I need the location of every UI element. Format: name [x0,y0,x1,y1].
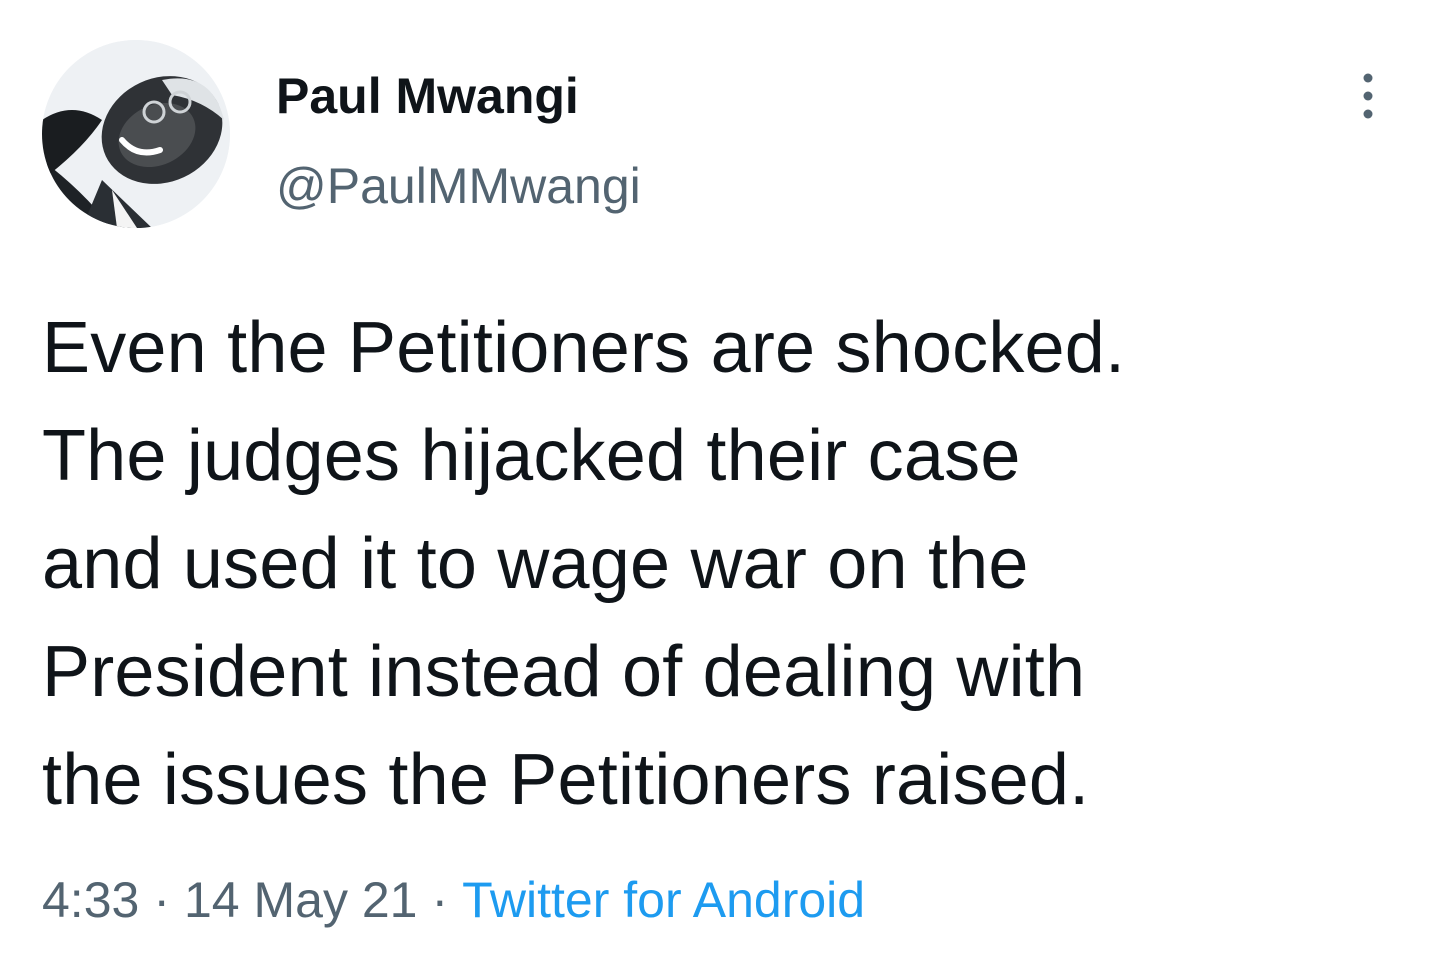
tweet-time[interactable]: 4:33 [42,872,139,928]
tweet-date[interactable]: 14 May 21 [184,872,417,928]
more-vertical-icon [1363,73,1373,119]
tweet-metadata: 4:33 · 14 May 21 · Twitter for Android [42,868,865,932]
tweet-text: Even the Petitioners are shocked. The ju… [42,308,1126,820]
author-handle[interactable]: @PaulMMwangi [276,156,641,216]
meta-separator: · [153,872,170,928]
meta-separator: · [431,872,449,928]
more-options-button[interactable] [1350,66,1386,126]
author-avatar[interactable] [42,40,230,228]
tweet-source-link[interactable]: Twitter for Android [462,872,865,928]
author-display-name[interactable]: Paul Mwangi [276,66,579,126]
profile-photo-icon [42,40,230,228]
tweet-card: Paul Mwangi @PaulMMwangi Even the Petiti… [0,0,1440,973]
